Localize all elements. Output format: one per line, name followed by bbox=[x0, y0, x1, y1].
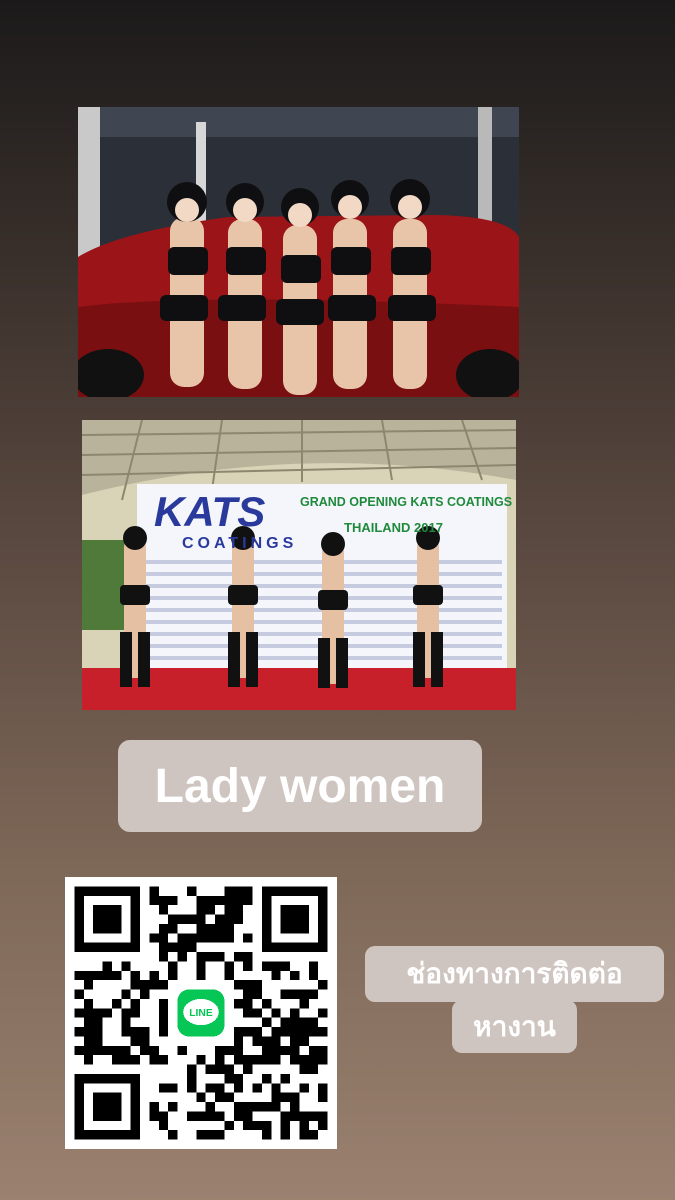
story-photo-stage-performance: KATS COATINGS GRAND OPENING KATS COATING… bbox=[82, 420, 516, 710]
banner-line1: GRAND OPENING KATS COATINGS bbox=[300, 495, 512, 509]
banner-brand-sub: COATINGS bbox=[182, 535, 297, 552]
banner-line2: THAILAND 2017 bbox=[344, 520, 443, 535]
job-label: หางาน bbox=[452, 1000, 577, 1053]
story-photo-car-models bbox=[78, 107, 519, 397]
banner-brand: KATS bbox=[154, 488, 265, 535]
story-title-text: Lady women bbox=[118, 740, 482, 832]
line-qr-code[interactable]: LINE bbox=[65, 877, 337, 1149]
line-logo-label: LINE bbox=[189, 1008, 213, 1019]
contact-channel-label: ช่องทางการติดต่อ bbox=[365, 946, 664, 1002]
